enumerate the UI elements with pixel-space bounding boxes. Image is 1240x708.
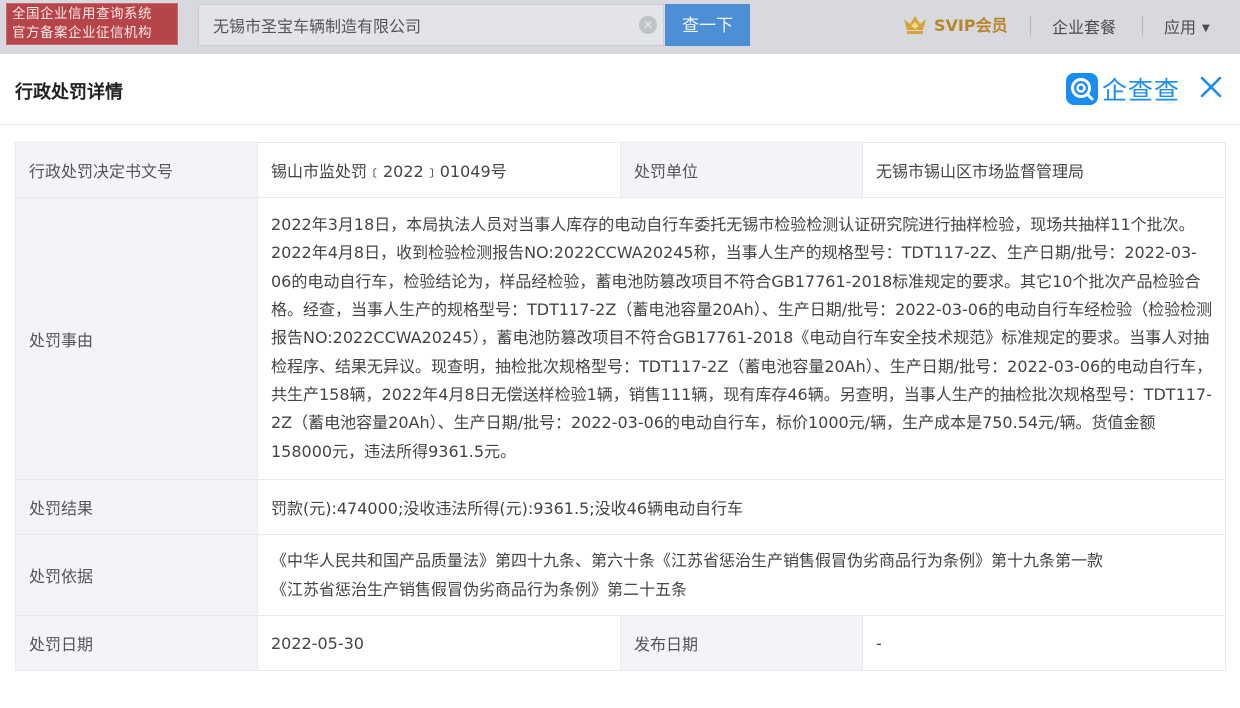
nav-apps-label: 应用: [1164, 18, 1197, 37]
qichacha-logo-icon: [1066, 73, 1098, 105]
divider: [1142, 16, 1143, 36]
nav-enterprise-package[interactable]: 企业套餐: [1052, 14, 1116, 38]
clear-icon[interactable]: ✕: [639, 16, 657, 34]
nav-apps-menu[interactable]: 应用 ▼: [1164, 14, 1210, 38]
table-row: 处罚日期 2022-05-30 发布日期 -: [15, 615, 1226, 671]
penalty-unit-label: 处罚单位: [620, 142, 863, 198]
svip-label: SVIP会员: [934, 16, 1008, 35]
modal-header: 行政处罚详情 企查查: [0, 54, 1240, 125]
svip-link[interactable]: SVIP会员: [902, 12, 1008, 40]
penalty-reason-value: 2022年3月18日，本局执法人员对当事人库存的电动自行车委托无锡市检验检测认证…: [257, 197, 1226, 480]
publish-date-value: -: [862, 615, 1226, 671]
badge-line-1: 全国企业信用查询系统: [12, 6, 152, 22]
table-row: 行政处罚决定书文号 锡山市监处罚﹝2022﹞01049号 处罚单位 无锡市锡山区…: [15, 142, 1226, 198]
table-row: 处罚事由 2022年3月18日，本局执法人员对当事人库存的电动自行车委托无锡市检…: [15, 197, 1226, 480]
brand-name: 企查查: [1102, 76, 1181, 105]
qichacha-logo: 企查查: [1066, 71, 1180, 105]
top-bar: 全国企业信用查询系统 官方备案企业征信机构 ✕ 查一下 SVIP会员 企业套餐 …: [0, 0, 1240, 54]
divider: [1030, 16, 1031, 36]
table-row: 处罚依据 《中华人民共和国产品质量法》第四十九条、第六十条《江苏省惩治生产销售假…: [15, 534, 1226, 616]
penalty-date-value: 2022-05-30: [257, 615, 621, 671]
doc-number-value: 锡山市监处罚﹝2022﹞01049号: [257, 142, 621, 198]
search-box: ✕: [198, 4, 664, 46]
caret-down-icon: ▼: [1202, 23, 1210, 34]
penalty-result-label: 处罚结果: [15, 479, 258, 535]
penalty-basis-value: 《中华人民共和国产品质量法》第四十九条、第六十条《江苏省惩治生产销售假冒伪劣商品…: [257, 534, 1226, 616]
penalty-reason-label: 处罚事由: [15, 197, 258, 480]
publish-date-label: 发布日期: [620, 615, 863, 671]
penalty-basis-label: 处罚依据: [15, 534, 258, 616]
penalty-basis-line-2: 《江苏省惩治生产销售假冒伪劣商品行为条例》第二十五条: [271, 580, 688, 599]
close-icon[interactable]: [1198, 74, 1224, 100]
doc-number-label: 行政处罚决定书文号: [15, 142, 258, 198]
modal-title: 行政处罚详情: [15, 82, 123, 103]
crown-icon: [904, 16, 926, 34]
badge-line-2: 官方备案企业征信机构: [12, 25, 152, 41]
penalty-date-label: 处罚日期: [15, 615, 258, 671]
search-button[interactable]: 查一下: [665, 4, 750, 46]
search-input[interactable]: [213, 5, 623, 45]
penalty-result-value: 罚款(元):474000;没收违法所得(元):9361.5;没收46辆电动自行车: [257, 479, 1226, 535]
penalty-detail-table: 行政处罚决定书文号 锡山市监处罚﹝2022﹞01049号 处罚单位 无锡市锡山区…: [15, 142, 1226, 671]
penalty-unit-value: 无锡市锡山区市场监督管理局: [862, 142, 1226, 198]
penalty-basis-line-1: 《中华人民共和国产品质量法》第四十九条、第六十条《江苏省惩治生产销售假冒伪劣商品…: [271, 551, 1104, 570]
credit-system-badge[interactable]: 全国企业信用查询系统 官方备案企业征信机构: [6, 3, 178, 45]
table-row: 处罚结果 罚款(元):474000;没收违法所得(元):9361.5;没收46辆…: [15, 479, 1226, 535]
